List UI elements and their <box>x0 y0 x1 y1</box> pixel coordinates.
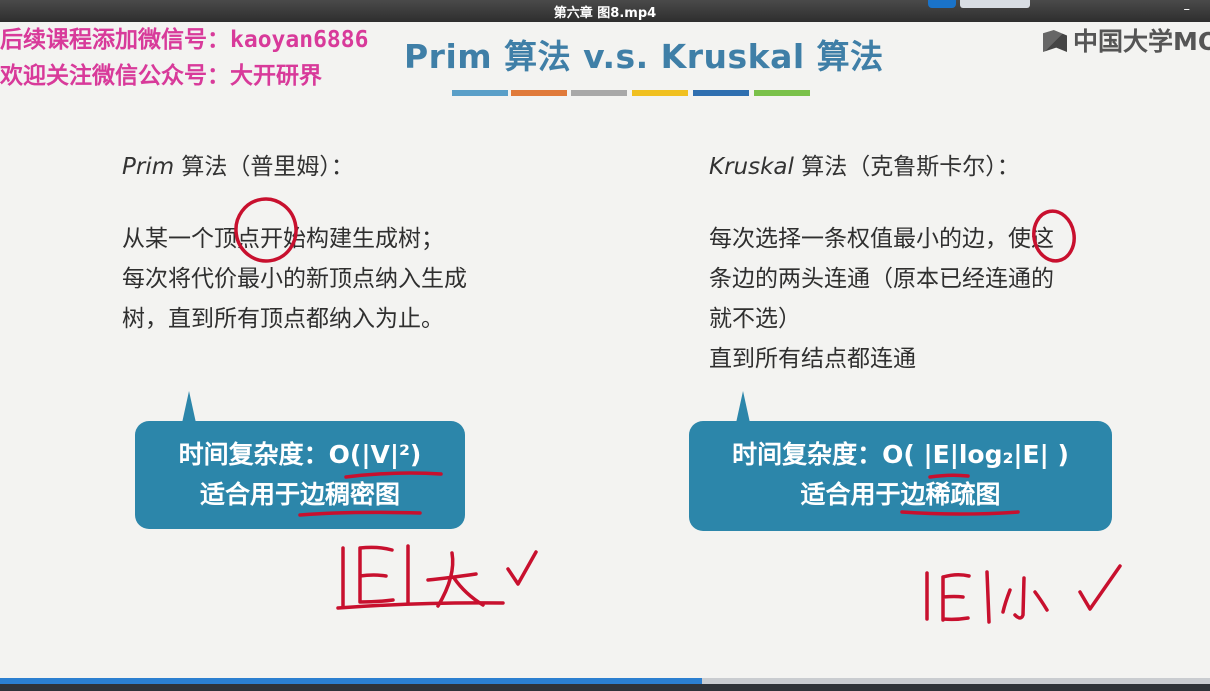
logo-text: 中国大学MO <box>1073 27 1210 56</box>
bubble-tail <box>736 391 750 423</box>
ink-handwriting-e-large <box>336 544 538 610</box>
player-bottom-strip <box>0 684 1210 691</box>
color-bar <box>511 90 567 96</box>
player-title-bar: 第六章 图8.mp4 – <box>0 0 1210 22</box>
prim-suitability: 适合用于边稠密图 <box>199 480 400 509</box>
color-bar <box>632 90 688 96</box>
prim-heading-name: Prim <box>122 154 175 180</box>
kruskal-complexity-bubble: 时间复杂度：O( |E|log₂|E| ) 适合用于边稀疏图 <box>689 391 1112 531</box>
color-bar <box>571 90 627 96</box>
kruskal-line: 直到所有结点都连通 <box>709 346 916 372</box>
prim-description: 从某一个顶点开始构建生成树； 每次将代价最小的新顶点纳入生成 树，直到所有顶点都… <box>122 219 467 339</box>
watermark-line-2: 欢迎关注微信公众号：大开研界 <box>0 63 322 89</box>
color-bar <box>452 90 508 96</box>
mooc-logo: 中国大学MO <box>1043 22 1210 56</box>
watermark-line-1: 后续课程添加微信号：kaoyan6886 <box>0 27 369 53</box>
kruskal-heading-rest: 算法（克鲁斯卡尔）： <box>793 154 1020 180</box>
prim-heading-rest: 算法（普里姆）： <box>174 154 354 180</box>
kruskal-line: 条边的两头连通（原本已经连通的 <box>709 266 1054 292</box>
kruskal-complexity: 时间复杂度：O( |E|log₂|E| ) <box>732 440 1069 469</box>
prim-line: 树，直到所有顶点都纳入为止。 <box>122 306 444 332</box>
kruskal-heading-name: Kruskal <box>709 154 794 180</box>
kruskal-description: 每次选择一条权值最小的边，使这 条边的两头连通（原本已经连通的 就不选） 直到所… <box>709 219 1054 379</box>
bubble-tail <box>182 391 196 423</box>
slide-title: Prim 算法 v.s. Kruskal 算法 <box>404 37 884 76</box>
kruskal-line: 每次选择一条权值最小的边，使这 <box>709 226 1054 252</box>
mooc-book-icon <box>1043 30 1067 52</box>
minimize-button[interactable]: – <box>1184 2 1191 17</box>
prim-line: 从某一个顶点开始构建生成树； <box>122 226 444 252</box>
color-bar <box>693 90 749 96</box>
prim-heading: Prim 算法（普里姆）： <box>122 147 354 181</box>
kruskal-suitability: 适合用于边稀疏图 <box>800 480 1001 509</box>
ink-handwriting-e-small <box>925 564 1122 624</box>
prim-complexity: 时间复杂度：O(|V|²) <box>178 440 422 469</box>
color-bar <box>754 90 810 96</box>
video-title: 第六章 图8.mp4 <box>553 6 657 21</box>
prim-complexity-bubble: 时间复杂度：O(|V|²) 适合用于边稠密图 <box>135 391 465 529</box>
prim-line: 每次将代价最小的新顶点纳入生成 <box>122 266 467 292</box>
kruskal-line: 就不选） <box>709 306 801 332</box>
kruskal-heading: Kruskal 算法（克鲁斯卡尔）： <box>709 147 1020 181</box>
